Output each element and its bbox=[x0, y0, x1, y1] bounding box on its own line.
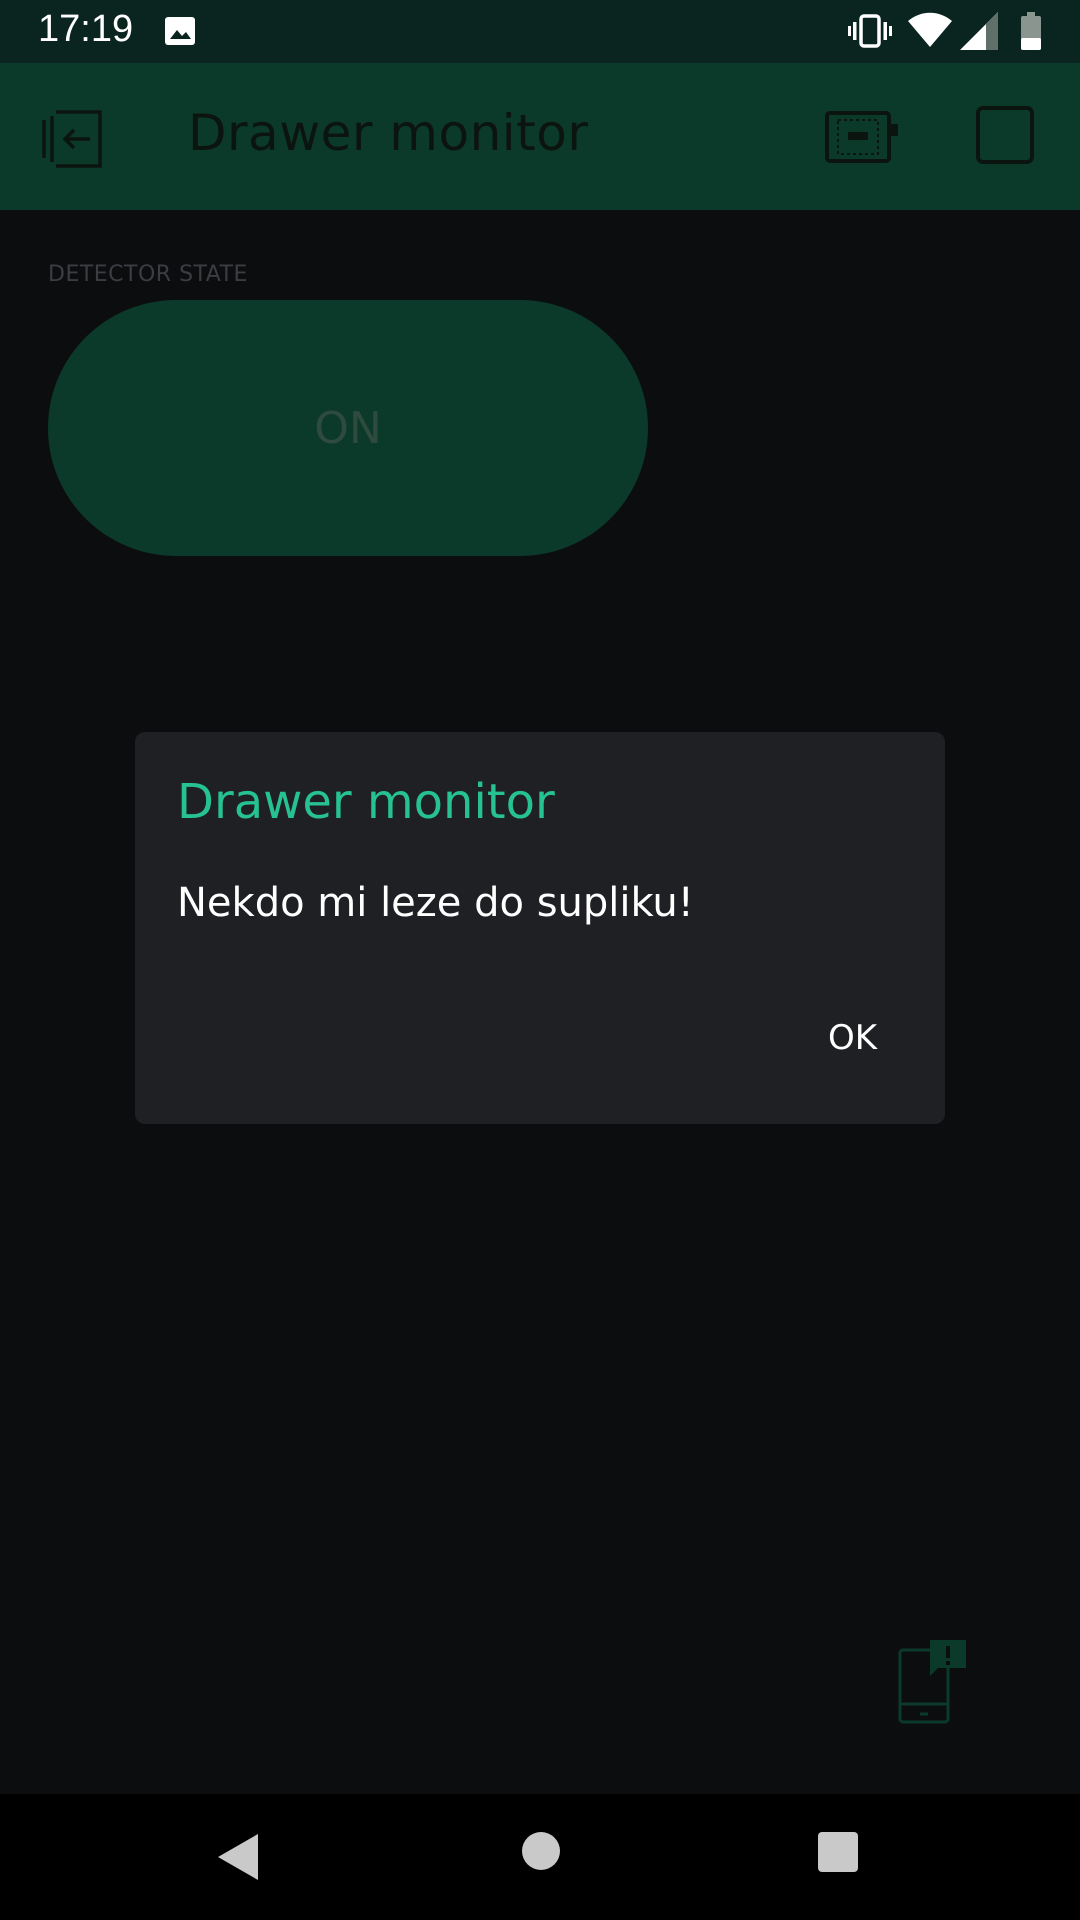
stop-icon[interactable] bbox=[976, 106, 1034, 164]
navigation-bar bbox=[0, 1794, 1080, 1920]
dialog-title: Drawer monitor bbox=[177, 774, 555, 830]
alert-dialog: Drawer monitor Nekdo mi leze do supliku!… bbox=[135, 732, 945, 1124]
nav-home-icon[interactable] bbox=[522, 1832, 560, 1870]
dialog-message: Nekdo mi leze do supliku! bbox=[177, 880, 694, 926]
detector-state-button-label: ON bbox=[314, 402, 382, 454]
image-icon bbox=[165, 17, 195, 45]
ok-button[interactable]: OK bbox=[820, 1014, 885, 1062]
detector-state-button[interactable]: ON bbox=[48, 300, 648, 556]
battery-icon bbox=[1021, 12, 1041, 50]
nav-recents-icon[interactable] bbox=[818, 1832, 858, 1872]
cellular-signal-icon bbox=[960, 12, 998, 50]
widget-label: DETECTOR STATE bbox=[48, 262, 248, 287]
nav-back-icon[interactable] bbox=[216, 1832, 260, 1882]
device-icon[interactable] bbox=[824, 110, 900, 164]
status-bar: 17:19 bbox=[0, 0, 1080, 63]
notification-phone-icon bbox=[898, 1640, 966, 1724]
back-to-projects-icon[interactable] bbox=[42, 108, 106, 170]
vibrate-icon bbox=[848, 14, 892, 48]
status-time: 17:19 bbox=[38, 8, 134, 50]
wifi-icon bbox=[908, 12, 952, 47]
app-title: Drawer monitor bbox=[188, 104, 589, 162]
